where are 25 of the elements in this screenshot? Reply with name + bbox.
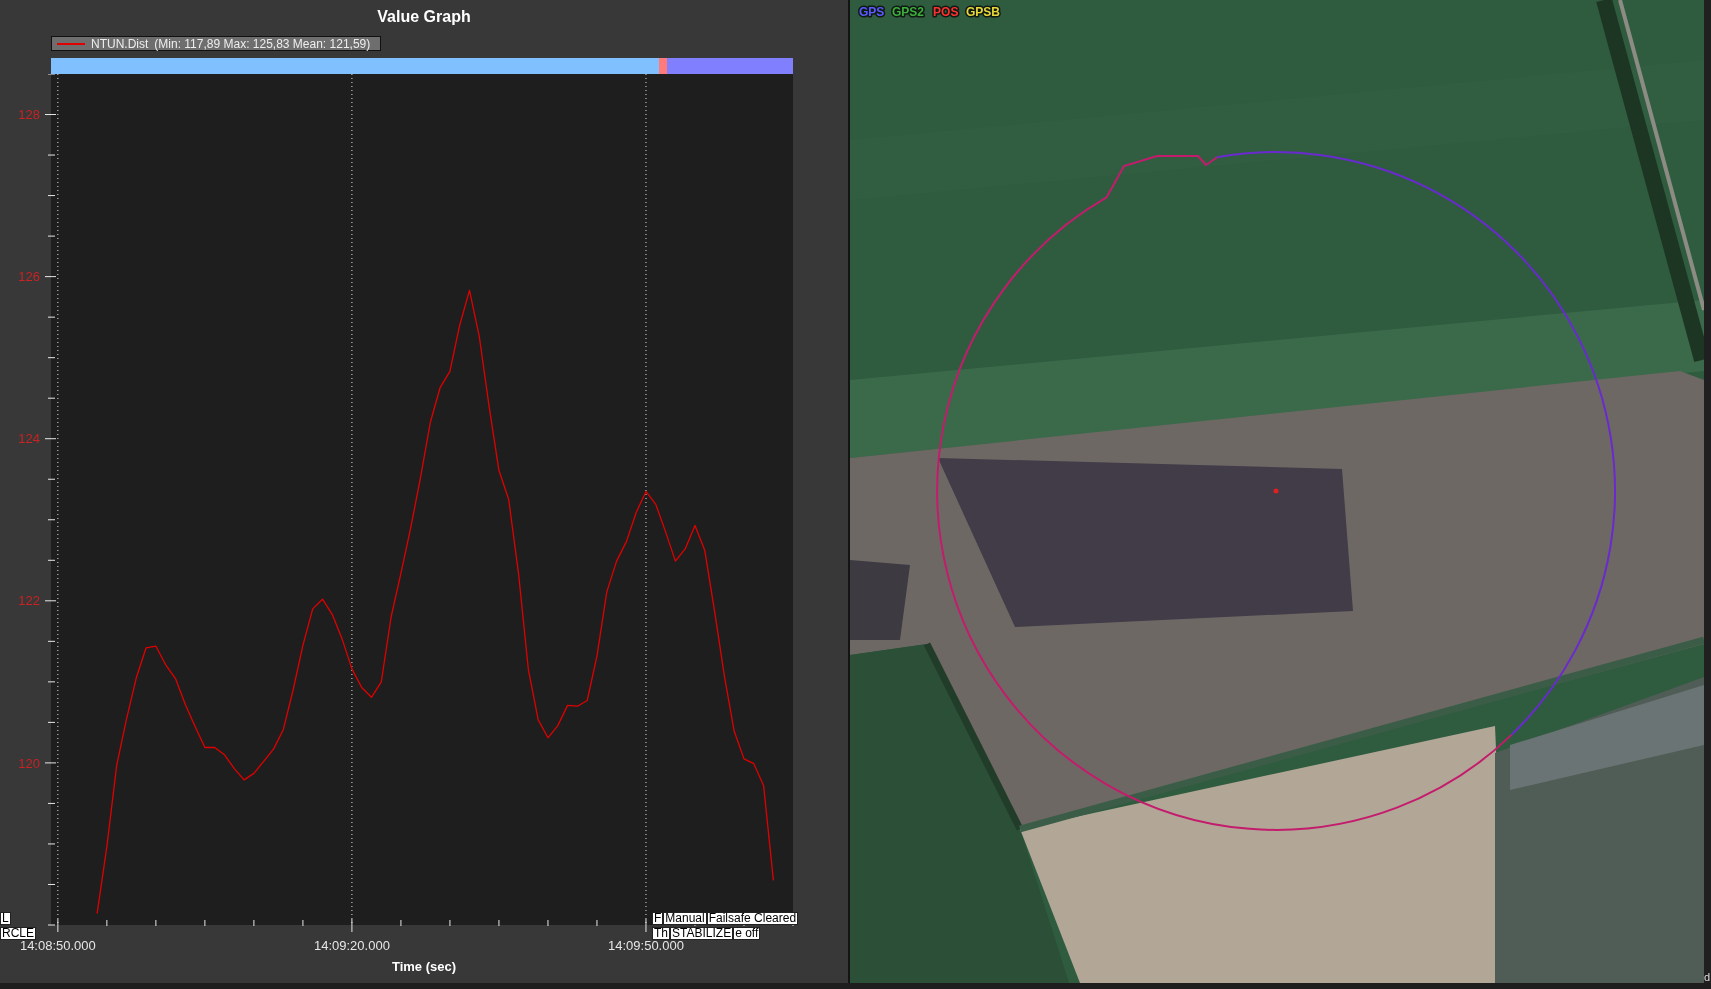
event-label: L: [0, 912, 11, 925]
map-legend-label: GPS: [859, 5, 885, 19]
map-legend-label: GPS2: [891, 5, 924, 19]
event-label: Manual: [663, 912, 707, 925]
legend-series-name: NTUN.Dist: [91, 36, 149, 51]
y-axis-label: 126: [18, 269, 40, 285]
event-label: Th: [652, 927, 670, 940]
y-axis-label: 120: [18, 755, 40, 771]
y-axis-label: 128: [18, 107, 40, 123]
map-legend-label: GPSB: [966, 5, 1000, 19]
y-axis-label: 122: [18, 593, 40, 609]
legend-stats: (Min: 117,89 Max: 125,83 Mean: 121,59): [154, 36, 371, 51]
x-axis-title: Time (sec): [391, 958, 457, 974]
event-label: RCLE: [0, 927, 36, 940]
event-label: Failsafe Cleared: [706, 912, 799, 925]
x-axis-label: 14:09:20.000: [313, 938, 390, 953]
event-label: e off: [733, 927, 761, 940]
edge-text: d: [1704, 972, 1711, 983]
y-axis-label: 124: [18, 431, 40, 447]
event-label: STABILIZE: [670, 927, 734, 940]
graph-title: Value Graph: [377, 8, 471, 26]
x-axis-label: 14:09:50.000: [608, 938, 684, 953]
map-legend-label: POS: [933, 5, 959, 19]
x-axis-label: 14:08:50.000: [19, 938, 96, 953]
position-marker-icon: [1273, 488, 1279, 494]
